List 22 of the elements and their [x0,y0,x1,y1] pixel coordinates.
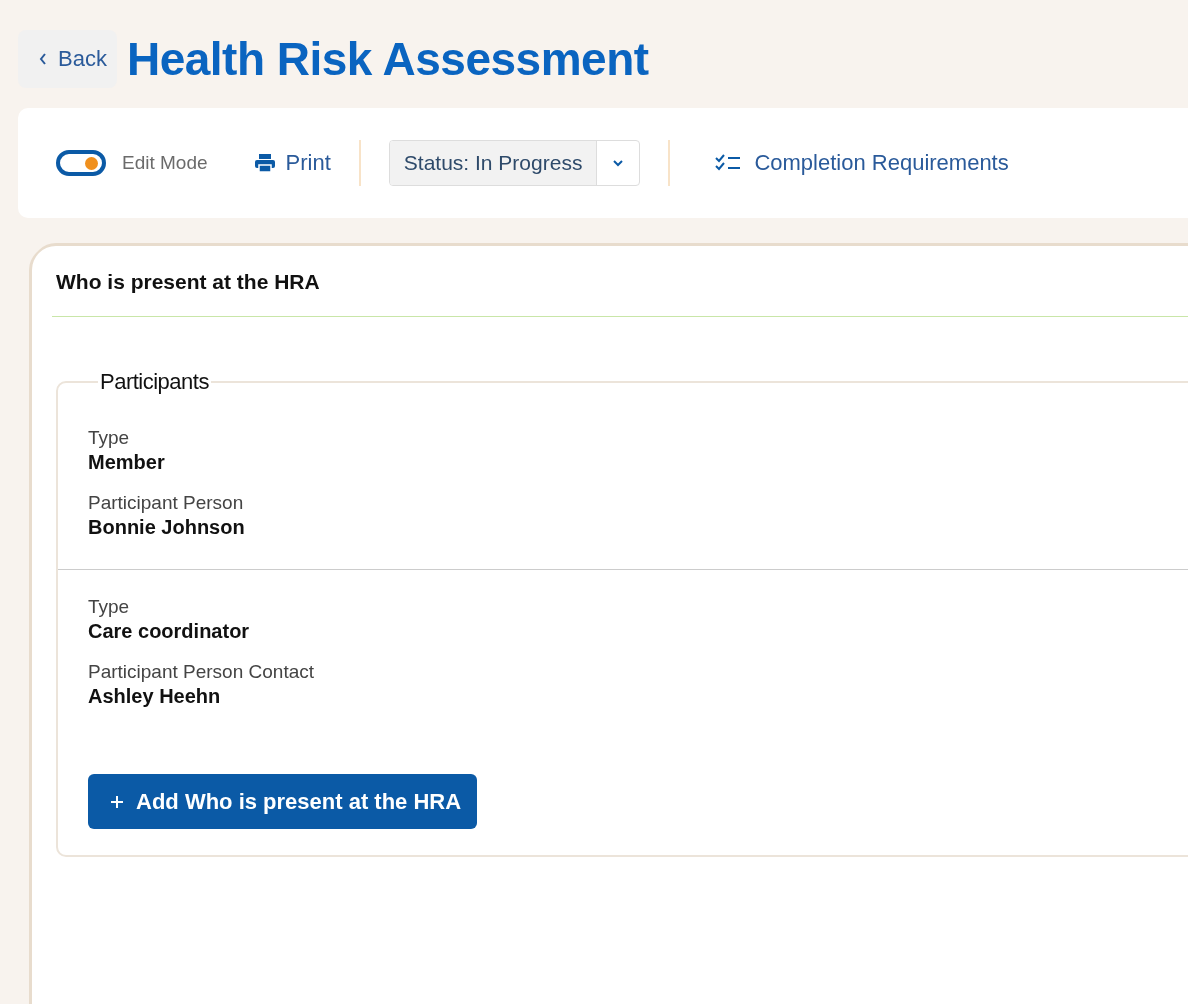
add-button[interactable]: Add Who is present at the HRA [88,774,478,829]
field-value: Bonnie Johnson [88,516,246,539]
edit-mode-toggle[interactable] [56,150,106,176]
section-title: Who is present at the HRA [55,269,321,294]
field-label: Type [88,427,131,449]
field-label: Participant Person [88,492,245,514]
back-button[interactable]: Back [18,30,117,88]
printer-icon [253,153,276,173]
field-value: Ashley Heehn [88,685,222,708]
field-label: Participant Person Contact [88,661,315,683]
plus-icon [110,794,124,809]
field-value: Care coordinator [88,620,251,643]
status-dropdown[interactable]: Status: In Progress [388,140,641,186]
field-value: Member [88,451,166,474]
edit-mode-label: Edit Mode [122,152,208,174]
fieldset-legend: Participants [98,369,211,395]
completion-requirements-link[interactable]: Completion Requirements [744,150,1009,176]
chevron-left-icon [38,52,48,66]
caret-icon [612,159,625,167]
print-button[interactable]: Print [275,150,331,176]
field-label: Type [88,596,131,618]
page-title: Health Risk Assessment [126,32,649,86]
